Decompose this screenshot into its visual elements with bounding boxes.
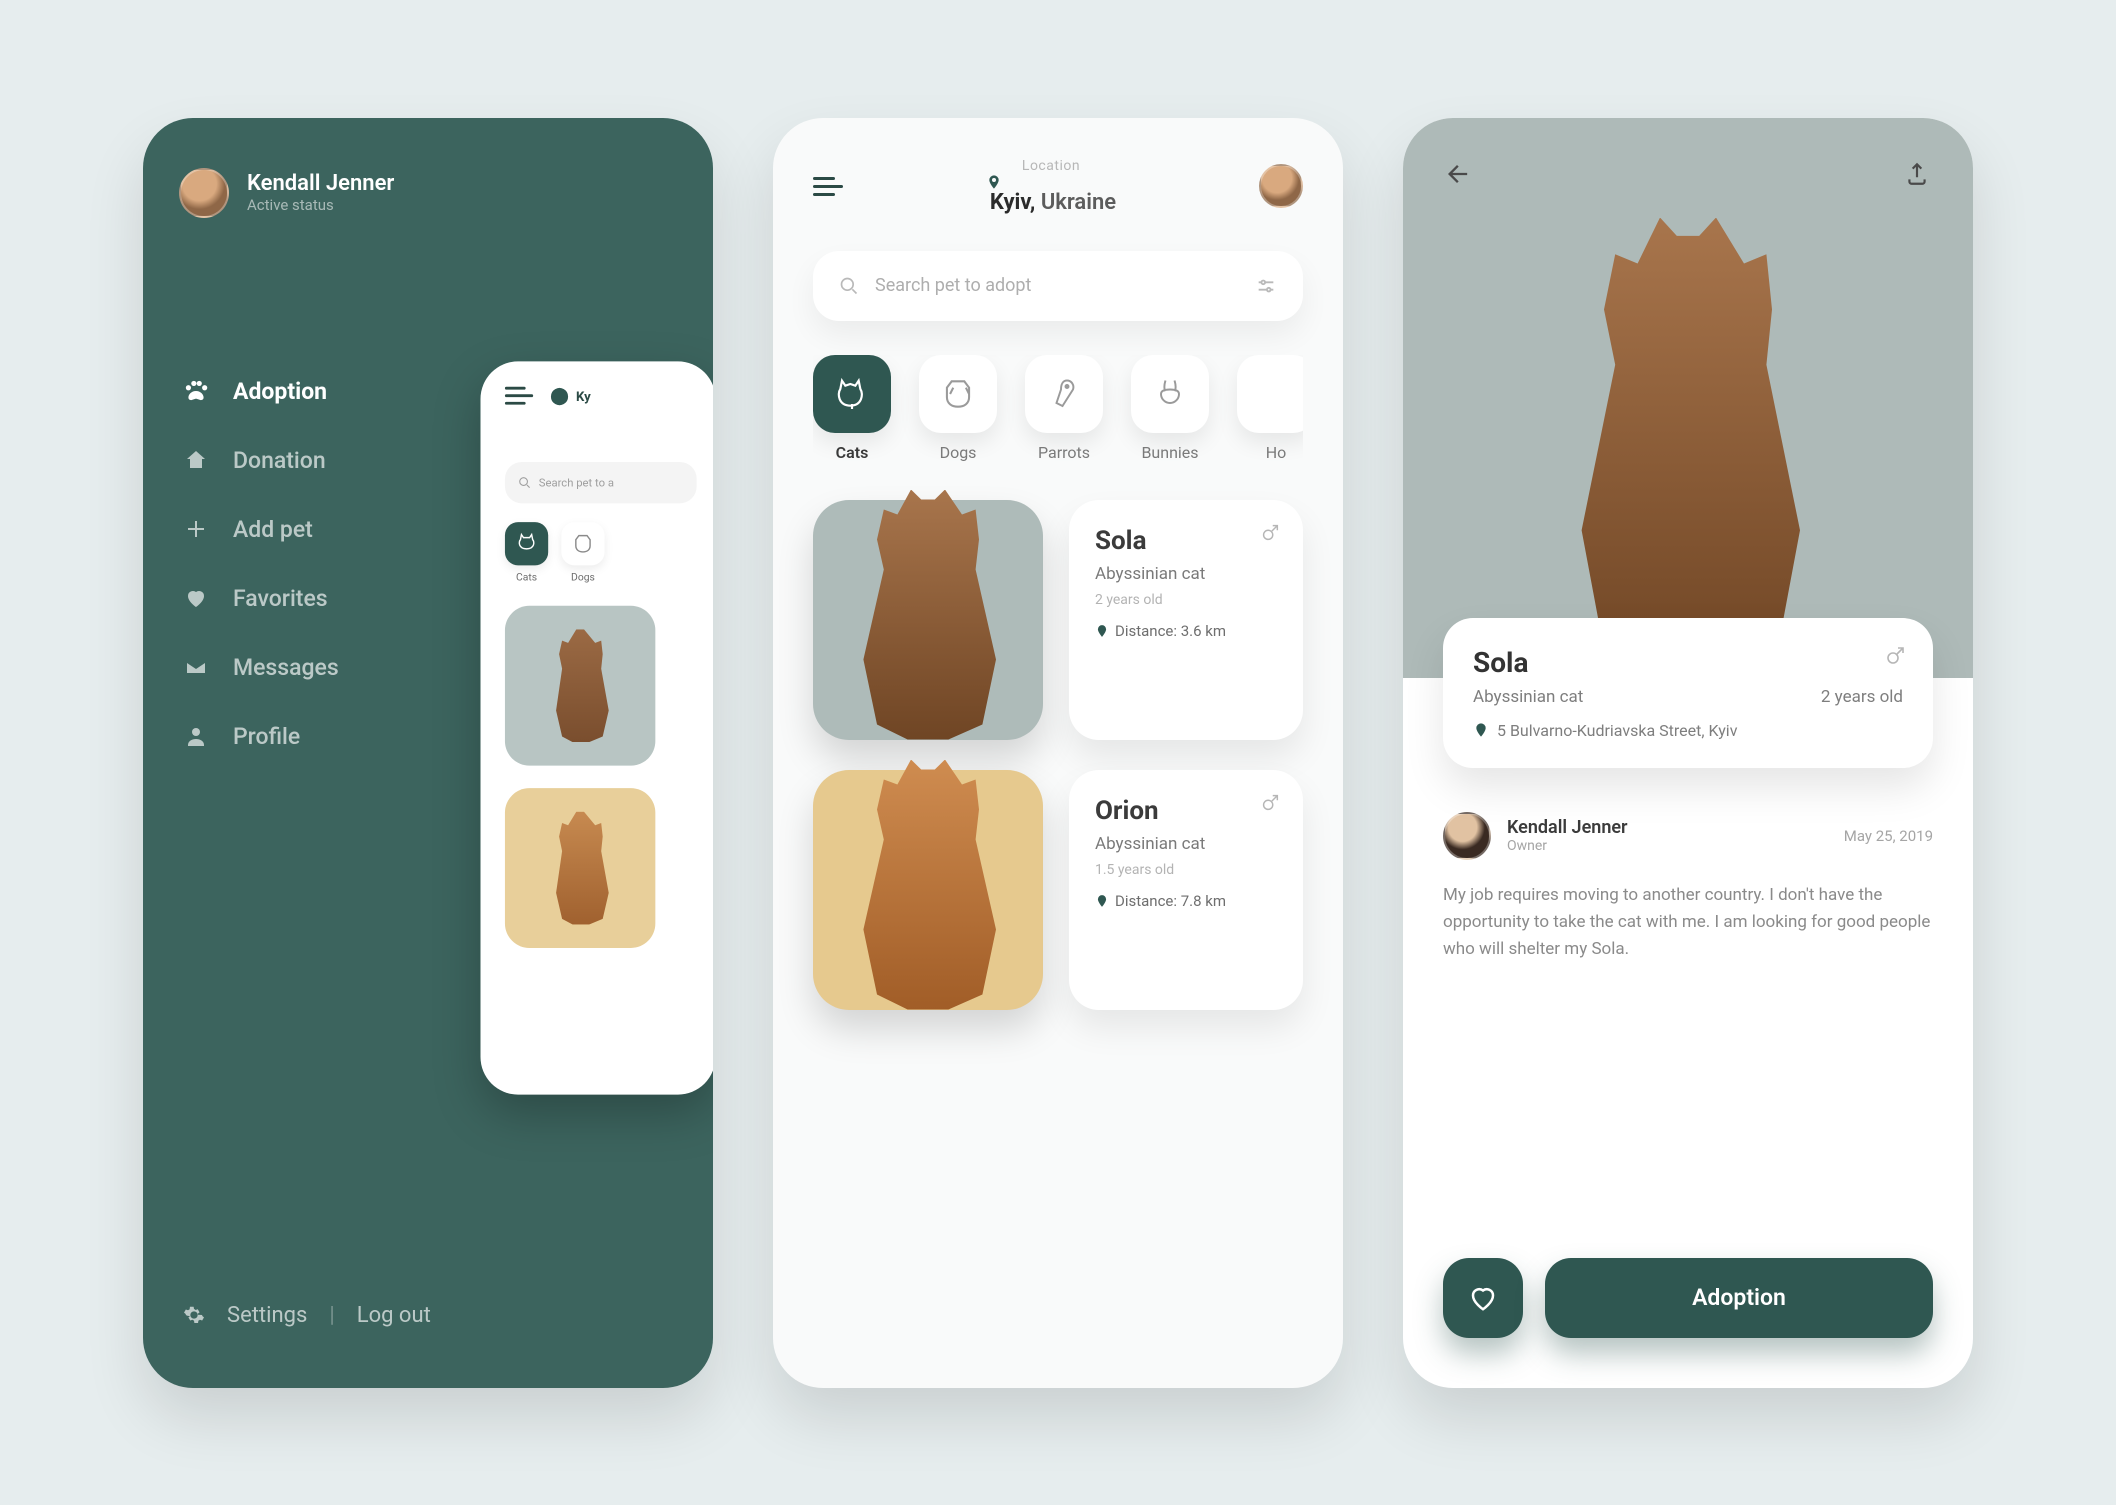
pet-distance: Distance: 3.6 km bbox=[1095, 622, 1277, 640]
pin-icon: ⬤ bbox=[550, 385, 569, 405]
owner-avatar bbox=[1443, 812, 1491, 860]
heart-icon bbox=[183, 585, 209, 611]
hero-image bbox=[1403, 118, 1973, 678]
menu-label: Donation bbox=[233, 447, 326, 474]
mini-chip-dogs: Dogs bbox=[561, 522, 604, 583]
location-display[interactable]: Location Kyiv, Ukraine bbox=[986, 158, 1116, 215]
owner-row[interactable]: Kendall Jenner Owner May 25, 2019 bbox=[1443, 812, 1933, 860]
category-chip-parrots[interactable]: Parrots bbox=[1025, 355, 1103, 462]
drawer-footer: Settings | Log out bbox=[183, 1303, 431, 1328]
hamburger-icon bbox=[505, 386, 533, 404]
category-label: Dogs bbox=[940, 443, 977, 462]
gender-icon bbox=[1259, 792, 1281, 814]
mail-icon bbox=[183, 654, 209, 680]
pet-info-card: Sola Abyssinian cat 2 years old 5 Bulvar… bbox=[1443, 618, 1933, 768]
pin-icon bbox=[986, 174, 1116, 190]
category-chip-dogs[interactable]: Dogs bbox=[919, 355, 997, 462]
filter-icon[interactable] bbox=[1255, 275, 1277, 297]
mini-location: Ky bbox=[576, 389, 591, 404]
user-status: Active status bbox=[247, 196, 394, 214]
search-input[interactable]: Search pet to adopt bbox=[813, 251, 1303, 321]
menu-label: Profile bbox=[233, 723, 300, 750]
menu-label: Favorites bbox=[233, 585, 328, 612]
owner-role: Owner bbox=[1507, 838, 1628, 854]
pet-age: 1.5 years old bbox=[1095, 862, 1277, 878]
paw-icon bbox=[183, 378, 209, 404]
location-country: Ukraine bbox=[1041, 190, 1116, 215]
pet-card[interactable]: Sola Abyssinian cat 2 years old Distance… bbox=[813, 500, 1303, 740]
drawer-header: Kendall Jenner Active status bbox=[143, 118, 713, 218]
category-row: Cats Dogs Parrots Bunnies Ho bbox=[813, 355, 1303, 462]
favorite-button[interactable] bbox=[1443, 1258, 1523, 1338]
pet-name: Orion bbox=[1095, 796, 1277, 826]
pet-distance: Distance: 7.8 km bbox=[1095, 892, 1277, 910]
pet-card[interactable]: Orion Abyssinian cat 1.5 years old Dista… bbox=[813, 770, 1303, 1010]
hamburger-button[interactable] bbox=[813, 177, 843, 196]
back-button[interactable] bbox=[1439, 154, 1479, 194]
category-chip-bunnies[interactable]: Bunnies bbox=[1131, 355, 1209, 462]
pet-age: 2 years old bbox=[1095, 592, 1277, 608]
pet-breed: Abyssinian cat bbox=[1095, 834, 1277, 854]
mini-search-placeholder: Search pet to a bbox=[539, 476, 614, 489]
category-label: Ho bbox=[1266, 443, 1287, 462]
mini-chip-cats: Cats bbox=[505, 522, 548, 583]
menu-label: Add pet bbox=[233, 516, 313, 543]
mini-pet-card bbox=[505, 605, 655, 765]
avatar[interactable] bbox=[179, 168, 229, 218]
search-icon bbox=[839, 276, 859, 296]
settings-link[interactable]: Settings bbox=[227, 1303, 307, 1328]
gender-icon bbox=[1259, 522, 1281, 544]
pet-distance-text: Distance: 3.6 km bbox=[1115, 622, 1226, 640]
home-icon bbox=[183, 447, 209, 473]
search-placeholder: Search pet to adopt bbox=[875, 275, 1031, 296]
menu-label: Messages bbox=[233, 654, 339, 681]
pet-age: 2 years old bbox=[1821, 687, 1903, 707]
mini-chip-label: Dogs bbox=[571, 571, 595, 583]
mini-search: Search pet to a bbox=[505, 461, 697, 502]
avatar[interactable] bbox=[1259, 164, 1303, 208]
separator: | bbox=[329, 1303, 334, 1328]
user-name: Kendall Jenner bbox=[247, 171, 394, 196]
category-chip-cats[interactable]: Cats bbox=[813, 355, 891, 462]
adopt-button[interactable]: Adoption bbox=[1545, 1258, 1933, 1338]
share-button[interactable] bbox=[1897, 154, 1937, 194]
owner-name: Kendall Jenner bbox=[1507, 817, 1628, 838]
pet-image bbox=[813, 500, 1043, 740]
browse-screen: Location Kyiv, Ukraine Search pet to ado… bbox=[773, 118, 1343, 1388]
category-label: Cats bbox=[836, 443, 869, 462]
adopt-button-label: Adoption bbox=[1692, 1284, 1786, 1311]
category-chip-more[interactable]: Ho bbox=[1237, 355, 1303, 462]
logout-link[interactable]: Log out bbox=[357, 1303, 431, 1328]
mini-pet-card bbox=[505, 788, 655, 948]
location-city: Kyiv, bbox=[990, 190, 1035, 215]
gear-icon bbox=[183, 1304, 205, 1326]
pet-name: Sola bbox=[1473, 646, 1903, 679]
plus-icon bbox=[183, 516, 209, 542]
menu-label: Adoption bbox=[233, 378, 327, 405]
pet-name: Sola bbox=[1095, 526, 1277, 556]
gender-icon bbox=[1883, 644, 1907, 668]
pet-breed: Abyssinian cat bbox=[1095, 564, 1277, 584]
pet-address: 5 Bulvarno-Kudriavska Street, Kyiv bbox=[1497, 721, 1737, 740]
mini-chip-label: Cats bbox=[516, 571, 537, 583]
pet-breed: Abyssinian cat bbox=[1473, 687, 1583, 707]
peek-screen[interactable]: ⬤ Ky ← Search pet to a Cats Dogs bbox=[481, 361, 714, 1094]
post-date: May 25, 2019 bbox=[1844, 827, 1933, 845]
pet-description: My job requires moving to another countr… bbox=[1443, 882, 1933, 964]
category-label: Parrots bbox=[1038, 443, 1090, 462]
pet-distance-text: Distance: 7.8 km bbox=[1115, 892, 1226, 910]
drawer-screen: Kendall Jenner Active status Adoption Do… bbox=[143, 118, 713, 1388]
pet-image bbox=[813, 770, 1043, 1010]
location-label: Location bbox=[986, 158, 1116, 174]
detail-screen: Sola Abyssinian cat 2 years old 5 Bulvar… bbox=[1403, 118, 1973, 1388]
person-icon bbox=[183, 723, 209, 749]
category-label: Bunnies bbox=[1141, 443, 1198, 462]
